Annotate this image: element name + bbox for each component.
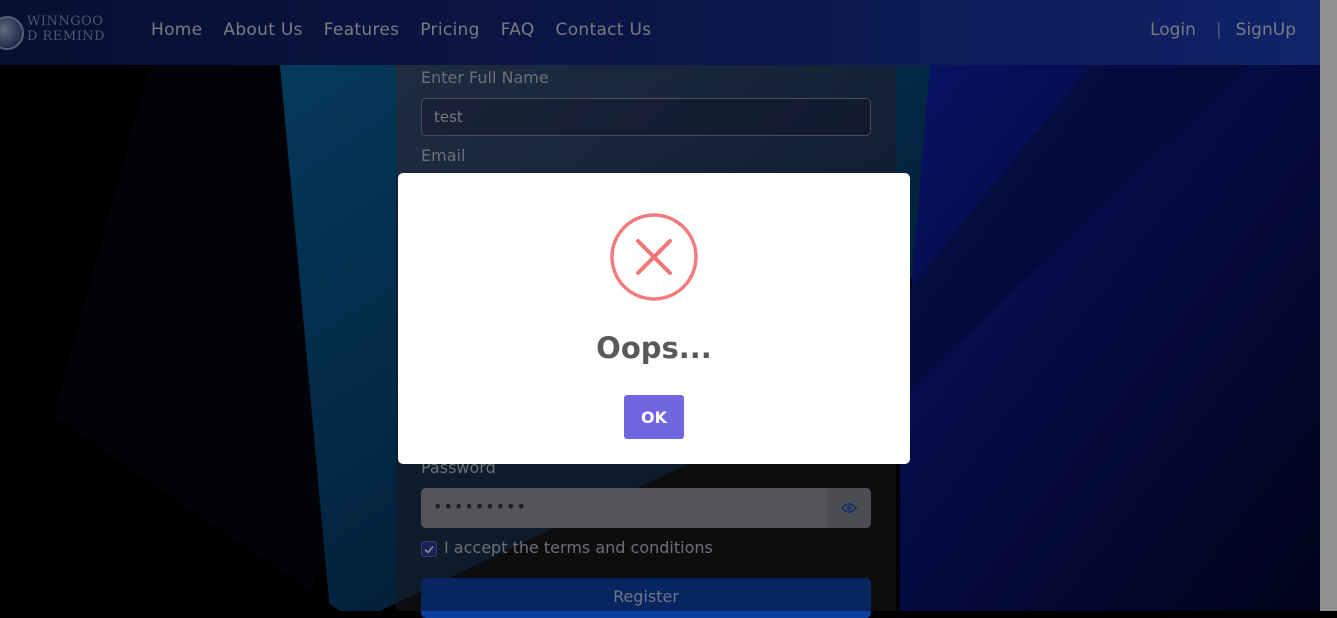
dialog-title: Oops... [596,331,712,365]
error-dialog: Oops... OK [398,173,910,464]
error-x-icon [610,213,698,301]
ok-button[interactable]: OK [624,395,684,439]
